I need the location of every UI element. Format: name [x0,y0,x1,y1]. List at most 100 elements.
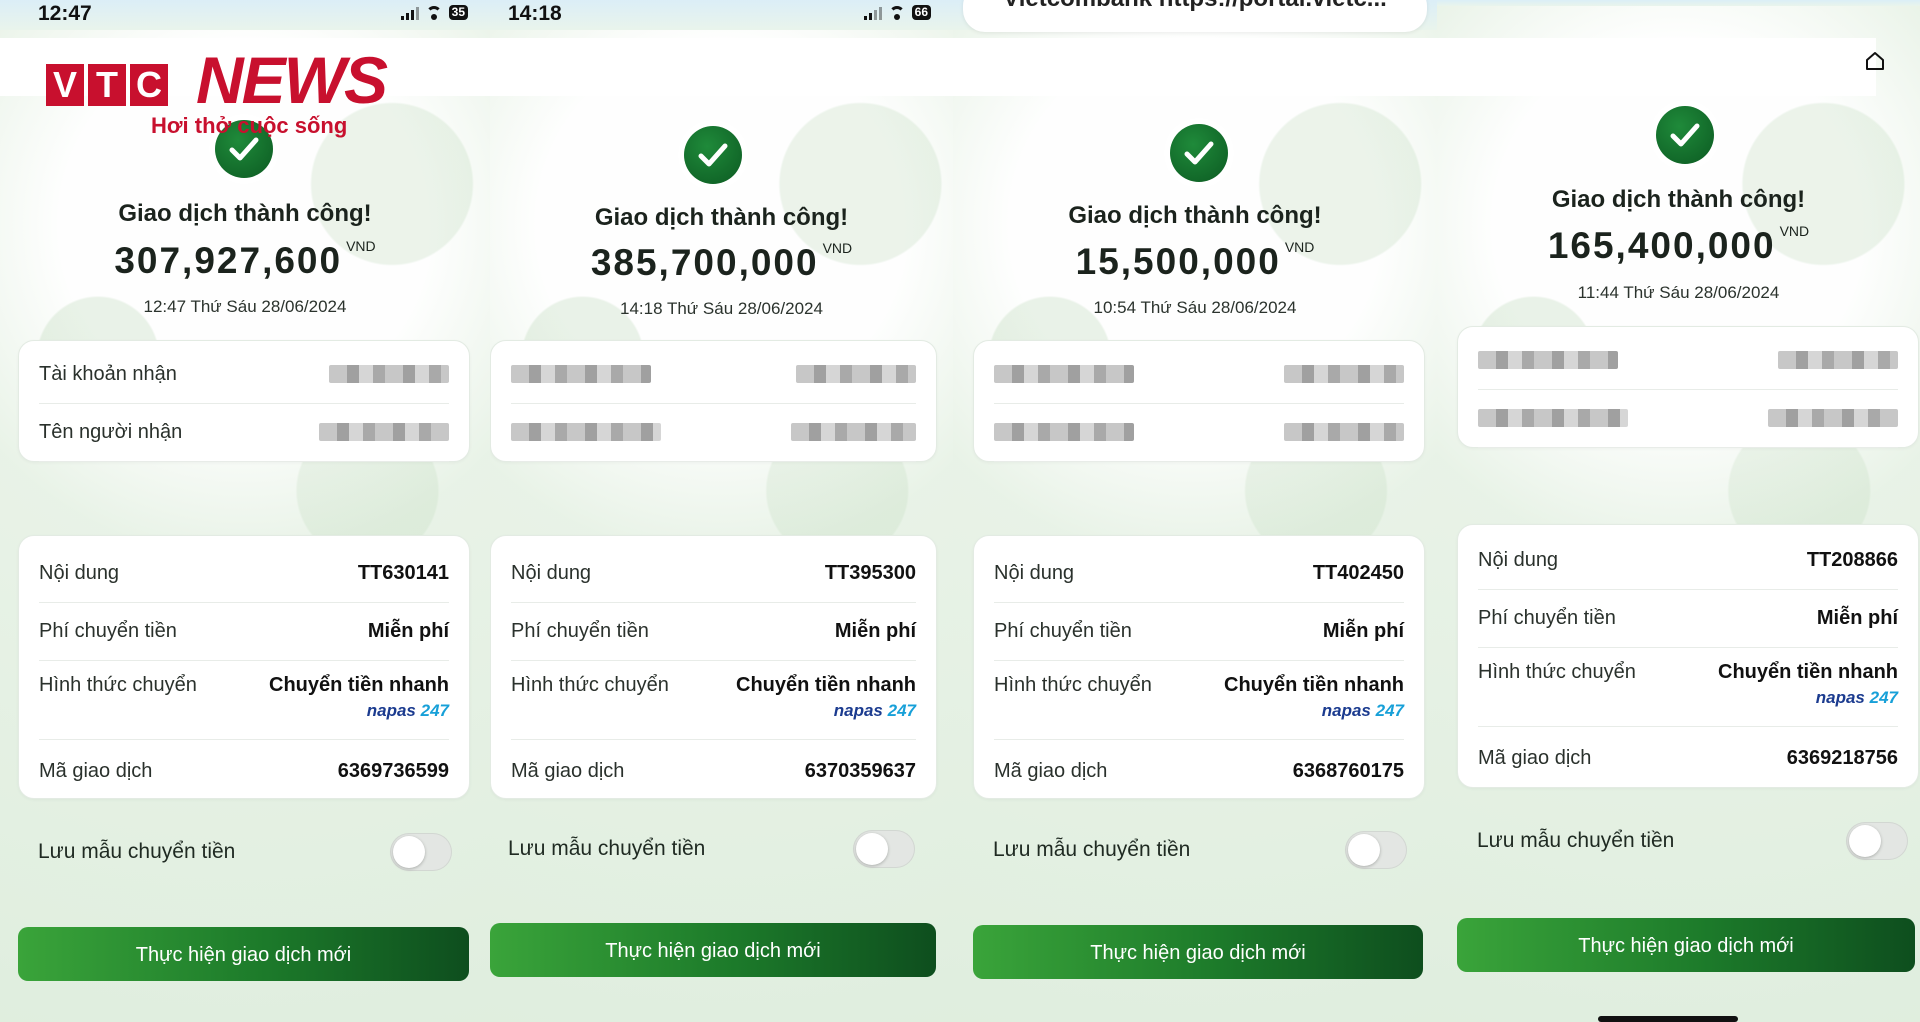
content-value: TT402450 [1312,561,1404,584]
logo-letter-v: V [46,64,84,106]
redacted-value [329,365,449,383]
save-template-row: Lưu mẫu chuyển tiền [1477,821,1908,861]
new-transaction-button[interactable]: Thực hiện giao dịch mới [1457,918,1915,972]
txn-value: 6370359637 [804,759,916,782]
napas-logo: napas 247 [1718,688,1898,708]
content-row: Nội dung TT208866 [1478,531,1898,590]
details-card-bottom: Nội dung TT402450 Phí chuyển tiền Miễn p… [973,535,1425,799]
logo-news: NEWS [196,43,388,117]
success-title: Giao dịch thành công! [1068,202,1322,229]
amount: 385,700,000 VND [490,240,953,284]
fee-value: Miễn phí [834,619,916,642]
method-value: Chuyển tiền nhanh [736,674,916,696]
name-row [994,403,1404,462]
fee-row: Phí chuyển tiền Miễn phí [39,602,449,661]
save-template-label: Lưu mẫu chuyển tiền [993,838,1191,861]
fee-label: Phí chuyển tiền [1478,606,1616,629]
txn-label: Mã giao dịch [39,759,153,782]
txn-row: Mã giao dịch 6368760175 [994,742,1404,800]
redacted-value [1768,409,1898,427]
method-value-group: Chuyển tiền nhanh napas 247 [736,674,916,721]
fee-row: Phí chuyển tiền Miễn phí [994,602,1404,661]
amount-value: 15,500,000 [1075,241,1281,282]
save-template-row: Lưu mẫu chuyển tiền [993,830,1407,870]
redacted-value [1778,351,1898,369]
fee-label: Phí chuyển tiền [511,619,649,642]
fee-value: Miễn phí [1816,606,1898,629]
redacted-value [1284,423,1404,441]
account-row [511,345,916,404]
vtc-news-logo: VTC NEWS Hơi thở cuộc sống [46,43,436,144]
details-card-top [490,340,937,462]
save-template-toggle[interactable] [853,830,915,868]
transaction-datetime: 10:54 Thứ Sáu 28/06/2024 [1093,298,1297,317]
method-label: Hình thức chuyển [39,674,197,696]
method-value: Chuyển tiền nhanh [1718,661,1898,683]
check-icon [1656,106,1714,164]
txn-label: Mã giao dịch [1478,746,1592,769]
name-row [1478,389,1898,448]
method-label: Hình thức chuyển [511,674,669,696]
signal-icon [400,6,419,20]
method-row: Hình thức chuyển Chuyển tiền nhanh napas… [1478,647,1898,727]
account-row [1478,331,1898,390]
redacted-value [796,365,916,383]
home-icon[interactable] [1864,50,1886,72]
save-template-label: Lưu mẫu chuyển tiền [508,837,706,860]
content-label: Nội dung [1478,548,1559,571]
save-template-toggle[interactable] [1345,831,1407,869]
fee-value: Miễn phí [1322,619,1404,642]
save-template-toggle[interactable] [390,833,452,871]
success-title: Giao dịch thành công! [594,204,849,231]
save-template-toggle[interactable] [1846,822,1908,860]
redacted-label [994,365,1134,383]
content-value: TT208866 [1806,548,1898,571]
redacted-value [791,423,916,441]
new-transaction-button[interactable]: Thực hiện giao dịch mới [18,927,469,981]
browser-url-bar[interactable]: Vietcombank https://portal.vietc... [963,0,1427,32]
content-value: TT630141 [357,561,449,584]
redacted-label [1478,409,1628,427]
method-value-group: Chuyển tiền nhanh napas 247 [1718,661,1898,708]
napas-247: 247 [420,701,449,720]
redacted-value [1284,365,1404,383]
status-bar: 12:47 35 [0,0,490,30]
status-bar: Vietcombank https://portal.vietc... [953,0,1437,32]
redacted-label [994,423,1134,441]
transaction-datetime: 11:44 Thứ Sáu 28/06/2024 [1577,283,1780,302]
new-transaction-button[interactable]: Thực hiện giao dịch mới [973,925,1423,979]
status-bar [1437,0,1920,6]
amount: 165,400,000 VND [1437,223,1920,267]
napas-text: napas [366,701,416,720]
fee-label: Phí chuyển tiền [994,619,1132,642]
fee-row: Phí chuyển tiền Miễn phí [1478,589,1898,648]
new-transaction-button[interactable]: Thực hiện giao dịch mới [490,923,936,977]
method-row: Hình thức chuyển Chuyển tiền nhanh napas… [511,660,916,740]
status-time: 14:18 [508,2,562,25]
logo-tagline: Hơi thở cuộc sống [151,113,348,138]
content-label: Nội dung [511,561,592,584]
content-label: Nội dung [39,561,120,584]
redacted-label [1478,351,1618,369]
content-row: Nội dung TT630141 [39,544,449,603]
success-title: Giao dịch thành công! [118,200,372,227]
napas-text: napas [1321,701,1371,720]
details-card-top: Tài khoản nhận Tên người nhận [18,340,470,462]
home-indicator [1598,1016,1738,1022]
fee-row: Phí chuyển tiền Miễn phí [511,602,916,661]
redacted-value [319,423,449,441]
status-time: 12:47 [38,2,92,25]
napas-text: napas [1815,688,1865,707]
fee-value: Miễn phí [367,619,449,642]
txn-label: Mã giao dịch [994,759,1108,782]
save-template-row: Lưu mẫu chuyển tiền [508,829,915,869]
redacted-label [511,423,661,441]
content-value: TT395300 [824,561,916,584]
napas-text: napas [833,701,883,720]
method-label: Hình thức chuyển [1478,661,1636,683]
currency: VND [822,240,853,256]
amount-value: 307,927,600 [114,240,343,281]
battery-icon: 66 [911,5,931,20]
save-template-label: Lưu mẫu chuyển tiền [38,840,236,863]
check-icon [1170,124,1228,182]
